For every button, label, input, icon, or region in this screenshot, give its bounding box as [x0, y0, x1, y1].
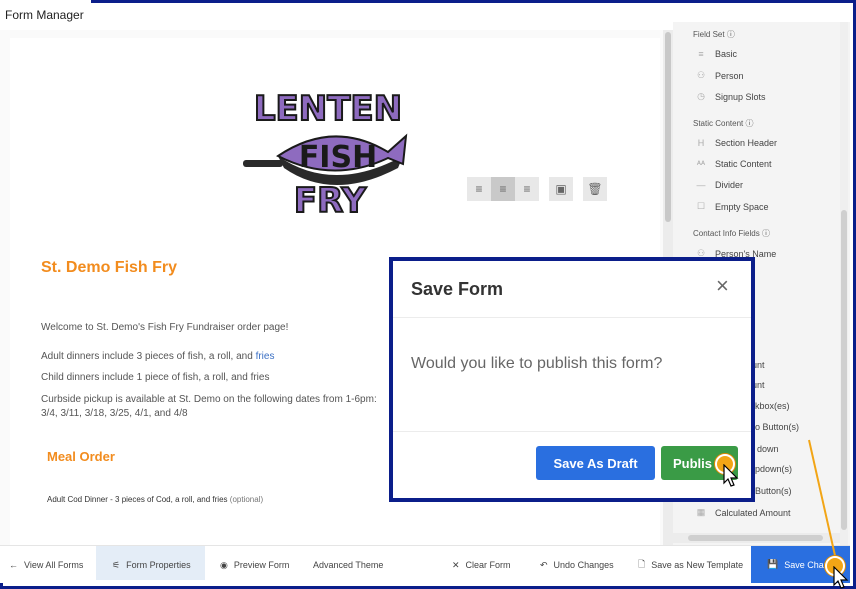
dialog-title: Save Form — [411, 279, 504, 299]
save-as-draft-button[interactable]: Save As Draft — [536, 446, 655, 480]
dialog-question: Would you like to publish this form? — [411, 355, 663, 372]
save-form-dialog: Save Form × Would you like to publish th… — [389, 257, 755, 502]
close-icon[interactable]: × — [716, 275, 729, 297]
mouse-pointer-icon — [723, 464, 739, 487]
dialog-divider — [393, 317, 751, 318]
dialog-divider-bottom — [393, 431, 751, 432]
mouse-pointer-icon — [833, 566, 849, 589]
